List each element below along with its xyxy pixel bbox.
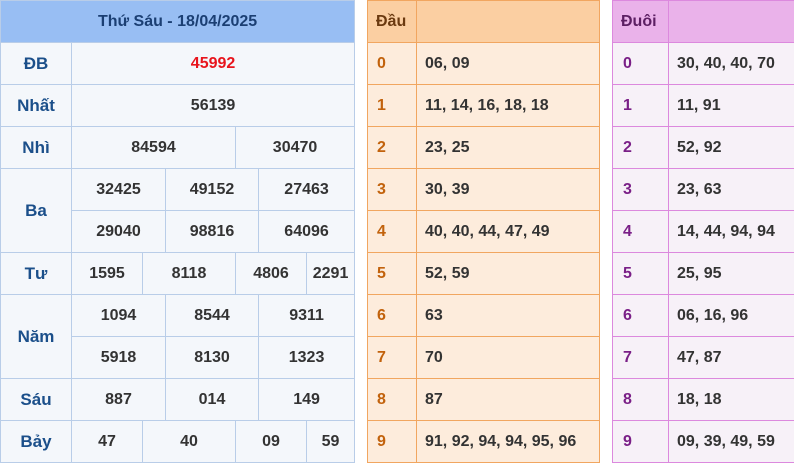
dau-key: 5	[367, 252, 417, 295]
dau-value: 91, 92, 94, 94, 95, 96	[416, 420, 600, 463]
duoi-value: 30, 40, 40, 70	[668, 42, 794, 85]
seventh-prize-value: 59	[305, 420, 356, 463]
prize-label-bay: Bảy	[0, 420, 72, 463]
dau-value: 87	[416, 378, 600, 421]
third-prize-value: 64096	[257, 210, 356, 253]
duoi-key: 7	[612, 336, 669, 379]
duoi-value: 23, 63	[668, 168, 794, 211]
sixth-prize-value: 149	[257, 378, 356, 421]
fourth-prize-value: 2291	[305, 252, 356, 295]
duoi-key: 0	[612, 42, 669, 85]
duoi-value: 09, 39, 49, 59	[668, 420, 794, 463]
third-prize-value: 32425	[71, 168, 166, 211]
dau-value: 70	[416, 336, 600, 379]
duoi-header: Đuôi	[612, 0, 669, 43]
prize-label-nhi: Nhì	[0, 126, 72, 169]
duoi-value: 25, 95	[668, 252, 794, 295]
dau-value: 06, 09	[416, 42, 600, 85]
special-prize-value: 45992	[70, 42, 356, 85]
dau-value: 52, 59	[416, 252, 600, 295]
fourth-prize-value: 1595	[71, 252, 143, 295]
dau-table: Đầu 0 06, 09 1 11, 14, 16, 18, 18 2 23, 25 …	[367, 0, 600, 463]
fifth-prize-value: 8130	[165, 336, 259, 379]
fifth-prize-value: 9311	[257, 294, 356, 337]
fifth-prize-value: 1094	[71, 294, 166, 337]
prize-label-sau: Sáu	[0, 378, 72, 421]
fifth-prize-value: 5918	[71, 336, 166, 379]
dau-key: 3	[367, 168, 417, 211]
first-prize-value: 56139	[70, 84, 356, 127]
fifth-prize-value: 8544	[165, 294, 259, 337]
lottery-results-table: Thứ Sáu - 18/04/2025 ĐB 45992 Nhất 56139…	[0, 0, 356, 463]
duoi-table: Đuôi 0 30, 40, 40, 70 1 11, 91 2 52, 92 3 23…	[612, 0, 794, 463]
dau-key: 7	[367, 336, 417, 379]
duoi-value: 52, 92	[668, 126, 794, 169]
prize-label-tu: Tư	[0, 252, 72, 295]
dau-key: 8	[367, 378, 417, 421]
duoi-key: 8	[612, 378, 669, 421]
dau-key: 6	[367, 294, 417, 337]
dau-key: 2	[367, 126, 417, 169]
dau-value: 30, 39	[416, 168, 600, 211]
duoi-value: 11, 91	[668, 84, 794, 127]
dau-key: 1	[367, 84, 417, 127]
duoi-header-blank	[668, 0, 794, 43]
dau-value: 23, 25	[416, 126, 600, 169]
prize-label-ba: Ba	[0, 168, 72, 253]
dau-key: 9	[367, 420, 417, 463]
duoi-key: 4	[612, 210, 669, 253]
dau-value: 40, 40, 44, 47, 49	[416, 210, 600, 253]
duoi-key: 9	[612, 420, 669, 463]
duoi-value: 14, 44, 94, 94	[668, 210, 794, 253]
duoi-key: 3	[612, 168, 669, 211]
prize-label-db: ĐB	[0, 42, 72, 85]
sixth-prize-value: 014	[165, 378, 259, 421]
dau-key: 4	[367, 210, 417, 253]
second-prize-value: 84594	[71, 126, 236, 169]
dau-value: 11, 14, 16, 18, 18	[416, 84, 600, 127]
duoi-value: 18, 18	[668, 378, 794, 421]
seventh-prize-value: 40	[142, 420, 236, 463]
third-prize-value: 27463	[257, 168, 356, 211]
seventh-prize-value: 47	[71, 420, 143, 463]
third-prize-value: 98816	[165, 210, 259, 253]
fourth-prize-value: 8118	[142, 252, 236, 295]
fourth-prize-value: 4806	[235, 252, 307, 295]
fifth-prize-value: 1323	[257, 336, 356, 379]
results-date-title: Thứ Sáu - 18/04/2025	[0, 0, 356, 43]
duoi-key: 1	[612, 84, 669, 127]
sixth-prize-value: 887	[71, 378, 166, 421]
prize-label-nam: Năm	[0, 294, 72, 379]
duoi-key: 5	[612, 252, 669, 295]
second-prize-value: 30470	[234, 126, 356, 169]
third-prize-value: 49152	[165, 168, 259, 211]
duoi-key: 6	[612, 294, 669, 337]
duoi-key: 2	[612, 126, 669, 169]
seventh-prize-value: 09	[235, 420, 307, 463]
dau-header-blank	[416, 0, 600, 43]
duoi-value: 06, 16, 96	[668, 294, 794, 337]
prize-label-nhat: Nhất	[0, 84, 72, 127]
dau-key: 0	[367, 42, 417, 85]
dau-value: 63	[416, 294, 600, 337]
third-prize-value: 29040	[71, 210, 166, 253]
dau-header: Đầu	[367, 0, 417, 43]
duoi-value: 47, 87	[668, 336, 794, 379]
